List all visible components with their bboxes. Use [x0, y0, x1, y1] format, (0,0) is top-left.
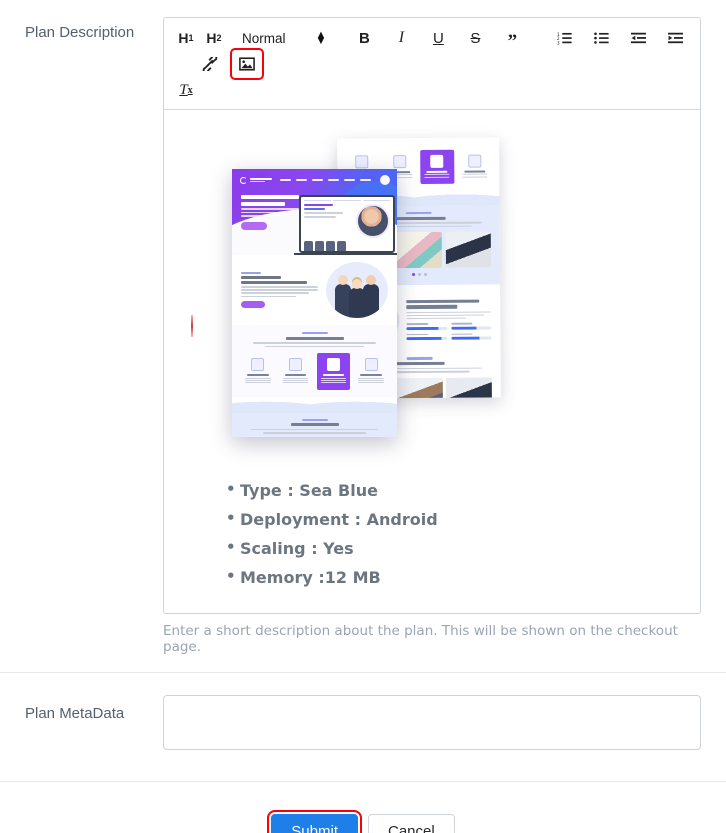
plan-metadata-input[interactable] [163, 695, 701, 750]
laptop-mockup [294, 195, 397, 255]
plan-description-label: Plan Description [25, 24, 135, 41]
ordered-list-button[interactable]: 1 2 3 [550, 25, 578, 51]
team-photo [326, 262, 388, 318]
clear-formatting-label: T [179, 81, 188, 98]
heading-1-button[interactable]: H1 [172, 25, 200, 51]
list-item: Memory :12 MB [226, 565, 686, 590]
unordered-list-icon [594, 32, 609, 44]
underline-label: U [432, 29, 444, 47]
insert-link-button[interactable] [196, 51, 224, 77]
rich-text-editor[interactable]: H1 H2 Normal ▲ ▼ B I U S ” 1 2 3 T x • T… [163, 17, 701, 614]
list-item: Scaling : Yes [226, 536, 686, 561]
list-item: Type : Sea Blue [226, 478, 686, 503]
heading-2-sub: 2 [216, 33, 222, 43]
about-cta-button [241, 301, 265, 309]
expert-card-2 [396, 377, 444, 399]
nav-search-icon [380, 175, 390, 185]
editor-content-area[interactable]: Type : Sea Blue Deployment : Android Sca… [164, 110, 700, 613]
insert-image-button[interactable] [230, 48, 264, 80]
italic-button[interactable]: I [387, 25, 415, 51]
expert-card-3 [445, 377, 493, 399]
ordered-list-icon: 1 2 3 [557, 32, 572, 45]
logo-wordmark [250, 177, 272, 183]
blockquote-button[interactable]: ” [498, 25, 526, 51]
front-service-card-3-active [316, 353, 351, 390]
hero-cta-button [241, 221, 267, 230]
front-latest-projects [232, 412, 397, 437]
logo-icon [240, 176, 247, 184]
theme-design-icon [355, 155, 369, 169]
chevron-down-glyph: ▼ [315, 35, 327, 47]
submit-button[interactable]: Submit [267, 810, 362, 833]
description-bullet-list: Type : Sea Blue Deployment : Android Sca… [178, 478, 686, 590]
mobile-application-icon-front [326, 358, 340, 372]
project-thumb-2 [396, 232, 442, 269]
underline-button[interactable]: U [424, 25, 452, 51]
form-actions: Submit Cancel [0, 782, 726, 833]
plan-metadata-body [163, 695, 726, 755]
back-service-card-4 [458, 149, 492, 183]
theme-design-icon-front [251, 358, 265, 372]
project-thumb-3 [445, 231, 491, 269]
list-item: Deployment : Android [226, 507, 686, 532]
ux-ui-design-icon [392, 155, 407, 169]
indent-icon [667, 32, 683, 44]
plan-metadata-label: Plan MetaData [25, 705, 125, 722]
indent-button[interactable] [661, 25, 689, 51]
plan-form-page: Plan Description H1 H2 Normal ▲ ▼ B I U … [0, 0, 726, 833]
front-service-card-2 [279, 353, 313, 389]
laptop-screen [299, 195, 395, 253]
heading-2-button[interactable]: H2 [200, 25, 228, 51]
plan-description-row: Plan Description H1 H2 Normal ▲ ▼ B I U … [0, 0, 726, 655]
plan-description-body: H1 H2 Normal ▲ ▼ B I U S ” 1 2 3 T x • T… [163, 0, 726, 655]
inserted-image[interactable] [196, 137, 526, 443]
front-hero [232, 169, 397, 255]
svg-text:3: 3 [557, 40, 560, 45]
chevron-updown-icon[interactable]: ▲ ▼ [315, 29, 327, 47]
mockup-screenshot-front [232, 169, 397, 437]
outdent-button[interactable] [624, 25, 652, 51]
bold-label: B [358, 29, 370, 47]
link-icon [202, 57, 218, 71]
front-navbar [232, 169, 397, 185]
hero-copy [241, 191, 299, 230]
format-select[interactable]: Normal ▲ ▼ [242, 29, 327, 47]
heading-2-label: H [206, 30, 217, 46]
strikethrough-label: S [470, 29, 481, 47]
front-wave [232, 396, 397, 413]
heading-1-sub: 1 [188, 33, 194, 43]
nav-links [280, 175, 390, 185]
clear-formatting-sub: x [187, 84, 193, 96]
strikethrough-button[interactable]: S [461, 25, 489, 51]
plan-description-help-text: Enter a short description about the plan… [163, 623, 678, 655]
ux-ui-design-icon-front [289, 358, 303, 372]
back-service-card-3-active [420, 149, 454, 184]
development-icon [467, 154, 482, 168]
front-service-card-1 [241, 353, 275, 389]
development-icon-front [364, 358, 378, 372]
text-caret [191, 315, 193, 337]
front-service-card-4 [354, 353, 388, 389]
italic-label: I [398, 29, 405, 46]
unordered-list-button[interactable] [587, 25, 615, 51]
plan-metadata-row: Plan MetaData [0, 673, 726, 755]
front-service-cards [241, 353, 388, 390]
front-services-section [232, 325, 397, 397]
format-select-value: Normal [242, 30, 286, 46]
front-about-section [232, 255, 397, 325]
image-icon [239, 57, 255, 71]
outdent-icon [630, 32, 646, 44]
editor-toolbar: H1 H2 Normal ▲ ▼ B I U S ” 1 2 3 T x [164, 18, 700, 110]
bold-button[interactable]: B [350, 25, 378, 51]
laptop-person-photo [356, 204, 390, 239]
cancel-button[interactable]: Cancel [367, 814, 455, 833]
heading-1-label: H [178, 30, 189, 46]
laptop-base [294, 253, 397, 255]
mobile-application-icon [430, 154, 444, 168]
clear-formatting-button[interactable]: Tx [172, 77, 200, 103]
